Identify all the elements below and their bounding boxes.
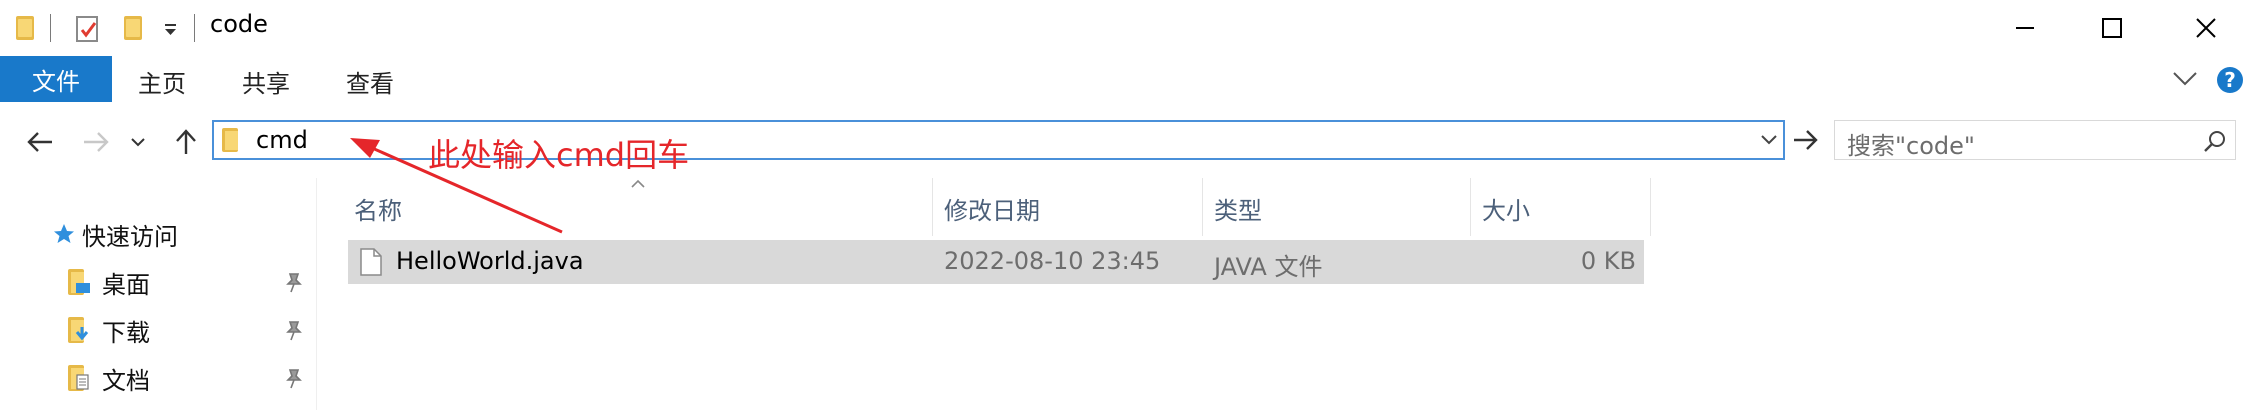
help-icon[interactable]: ? xyxy=(2216,66,2244,94)
pin-icon[interactable] xyxy=(284,272,304,294)
address-dropdown-icon[interactable] xyxy=(1760,132,1778,146)
pin-icon[interactable] xyxy=(284,368,304,390)
properties-icon[interactable] xyxy=(74,14,102,44)
file-list: 名称 修改日期 类型 大小 HelloWorld.java 2022-08-10… xyxy=(340,178,2240,410)
nav-item-downloads[interactable]: 下载 xyxy=(68,310,150,350)
expand-ribbon-icon[interactable] xyxy=(2172,70,2198,88)
tab-view[interactable]: 查看 xyxy=(346,64,394,99)
folder-icon xyxy=(16,16,34,40)
nav-label: 文档 xyxy=(102,366,150,395)
file-name[interactable]: HelloWorld.java xyxy=(396,247,584,275)
window-title: code xyxy=(210,10,268,38)
navigation-pane: 快速访问 桌面 下载 文档 xyxy=(0,178,317,410)
file-modified: 2022-08-10 23:45 xyxy=(944,247,1161,275)
nav-item-documents[interactable]: 文档 xyxy=(68,358,150,398)
column-divider[interactable] xyxy=(1470,178,1471,236)
address-row: cmd 搜索"code" xyxy=(0,106,2252,178)
title-bar: code xyxy=(0,0,2252,56)
new-folder-icon[interactable] xyxy=(124,16,142,40)
column-header-name[interactable]: 名称 xyxy=(354,186,402,230)
tab-share[interactable]: 共享 xyxy=(242,64,290,99)
address-input[interactable]: cmd xyxy=(256,126,308,154)
downloads-folder-icon xyxy=(68,317,89,343)
ribbon: 文件 主页 共享 查看 ? xyxy=(0,56,2252,107)
desktop-folder-icon xyxy=(68,269,90,295)
sort-indicator-icon xyxy=(630,174,646,188)
search-input[interactable]: 搜索"code" xyxy=(1834,120,2236,160)
title-separator xyxy=(194,14,195,42)
nav-quick-access[interactable]: 快速访问 xyxy=(52,214,178,254)
file-type: JAVA 文件 xyxy=(1214,253,1323,281)
forward-button[interactable] xyxy=(78,122,114,162)
minimize-button[interactable] xyxy=(1980,0,2072,56)
annotation-text: 此处输入cmd回车 xyxy=(428,136,690,174)
search-icon[interactable] xyxy=(2203,129,2227,153)
column-header-type[interactable]: 类型 xyxy=(1214,186,1262,230)
file-size: 0 KB xyxy=(1580,247,1636,275)
column-header-size[interactable]: 大小 xyxy=(1482,186,1530,230)
maximize-button[interactable] xyxy=(2066,0,2158,56)
documents-folder-icon xyxy=(68,365,89,391)
table-row[interactable]: HelloWorld.java 2022-08-10 23:45 JAVA 文件… xyxy=(348,240,1644,284)
up-button[interactable] xyxy=(168,122,204,162)
nav-label: 下载 xyxy=(102,318,150,347)
go-arrow-icon[interactable] xyxy=(1792,126,1820,154)
tab-file[interactable]: 文件 xyxy=(0,56,112,102)
folder-icon xyxy=(222,128,240,152)
search-placeholder: 搜索"code" xyxy=(1847,132,1975,160)
svg-text:?: ? xyxy=(2224,68,2236,92)
pin-icon[interactable] xyxy=(284,320,304,342)
recent-locations-button[interactable] xyxy=(128,122,148,162)
close-button[interactable] xyxy=(2160,0,2252,56)
nav-label: 桌面 xyxy=(102,270,150,299)
back-button[interactable] xyxy=(22,122,58,162)
column-divider[interactable] xyxy=(1650,178,1651,236)
nav-label: 快速访问 xyxy=(82,222,178,251)
column-divider[interactable] xyxy=(932,178,933,236)
tab-home[interactable]: 主页 xyxy=(138,64,186,99)
column-divider[interactable] xyxy=(1202,178,1203,236)
file-icon xyxy=(360,248,382,276)
nav-item-desktop[interactable]: 桌面 xyxy=(68,262,150,302)
column-header-modified[interactable]: 修改日期 xyxy=(944,186,1040,230)
qat-dropdown-icon[interactable] xyxy=(162,22,180,38)
star-icon xyxy=(54,224,74,243)
qat-separator xyxy=(50,14,51,42)
